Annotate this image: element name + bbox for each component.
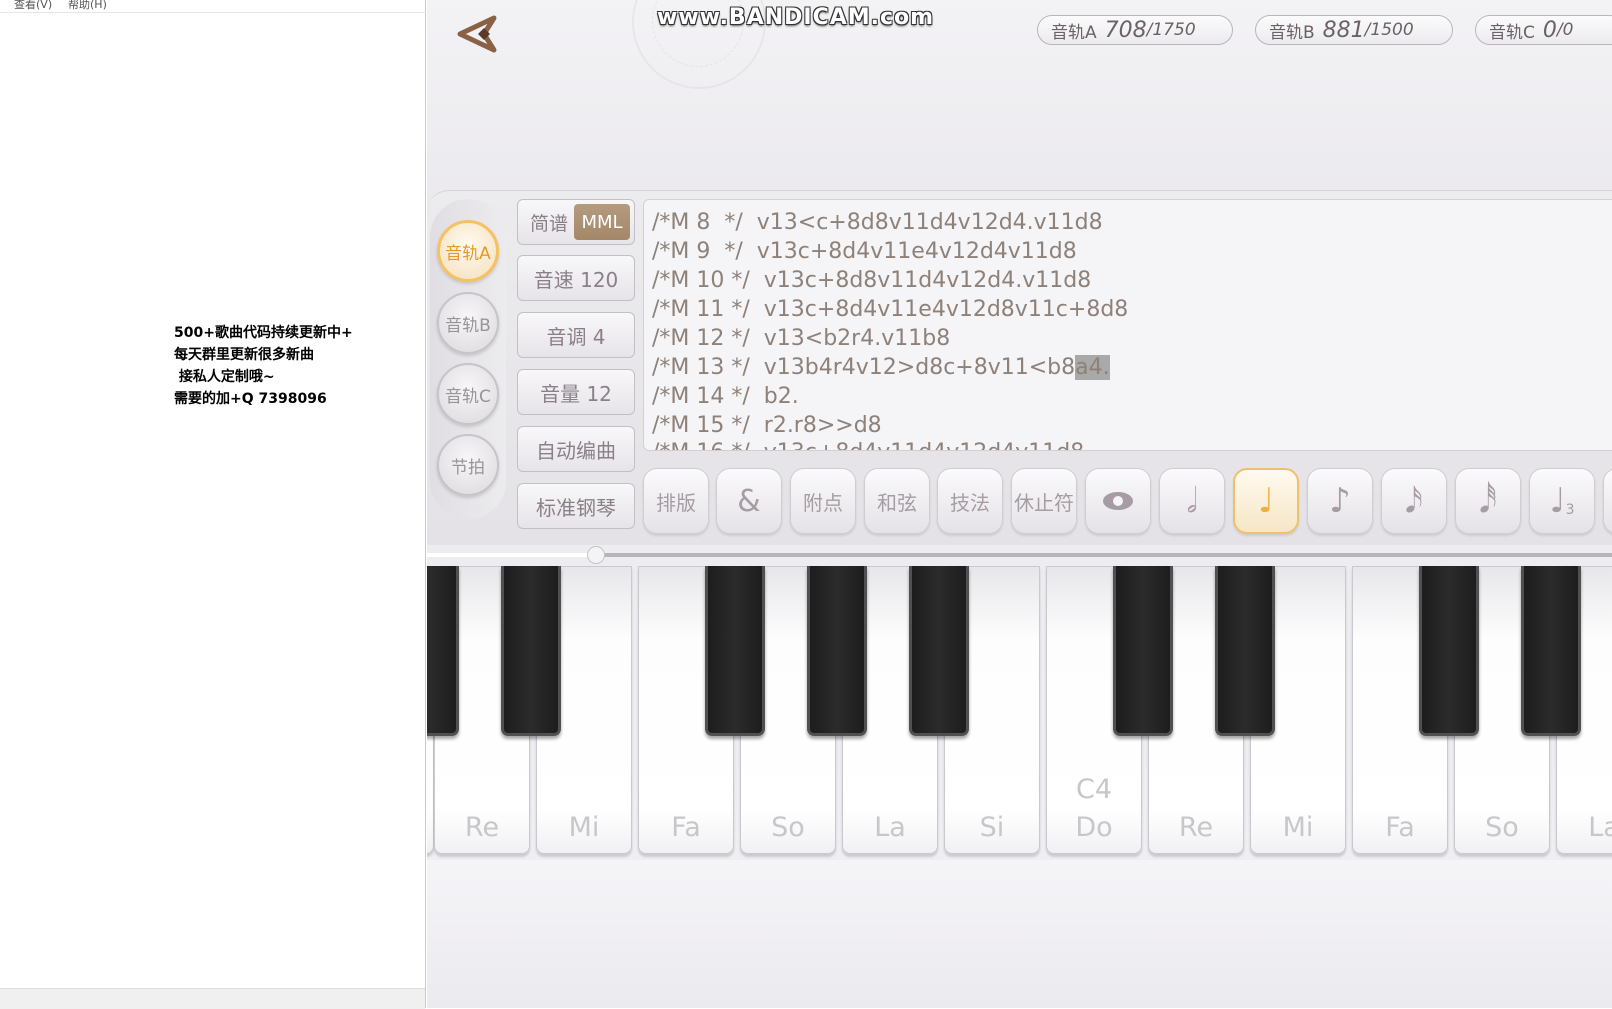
track-c-total: /0 bbox=[1556, 20, 1574, 40]
code-line: /*M 12 */ v13<b2r4.v11b8 bbox=[652, 326, 951, 351]
track-c-count: 0 bbox=[1542, 17, 1557, 43]
black-key[interactable] bbox=[1113, 566, 1173, 736]
triplet-number: 3 bbox=[1565, 502, 1575, 518]
track-a-total: /1750 bbox=[1146, 20, 1196, 40]
menu-bar: 查看(V) 帮助(H) bbox=[0, 0, 426, 13]
tempo-button[interactable]: 音速 120 bbox=[517, 255, 635, 301]
half-note-icon: 𝅗𝅥 bbox=[1186, 481, 1198, 521]
eighth-note-button[interactable]: ♪ bbox=[1307, 468, 1373, 534]
code-line: /*M 13 */ v13b4r4v12>d8c+8v11<b8a4. bbox=[652, 355, 1110, 380]
triplet-note-button[interactable]: ♩ 3 bbox=[1529, 468, 1595, 534]
track-a-label: 音轨A bbox=[1051, 22, 1097, 43]
note-text: 500+歌曲代码持续更新中+ 每天群里更新很多新曲 接私人定制哦~ 需要的加+Q… bbox=[174, 322, 353, 410]
note-line: 500+歌曲代码持续更新中+ bbox=[174, 325, 353, 341]
octave-label: C4 bbox=[1075, 774, 1113, 805]
track-b-counter: 音轨B 881 /1500 bbox=[1255, 15, 1453, 45]
track-c-counter: 音轨C 0 /0 bbox=[1475, 15, 1612, 45]
code-line: /*M 16 */ v13c+8d4v11d4v12d4v11d8 bbox=[652, 440, 1084, 450]
track-b-label: 音轨B bbox=[1269, 22, 1315, 43]
technique-button[interactable]: 技法 bbox=[937, 468, 1003, 534]
quarter-note-button[interactable]: ♩ bbox=[1233, 468, 1299, 534]
sixteenth-note-button[interactable]: 𝅘𝅥𝅯 bbox=[1381, 468, 1447, 534]
more-tools-button[interactable] bbox=[1603, 468, 1612, 534]
black-key[interactable] bbox=[1419, 566, 1479, 736]
black-key[interactable] bbox=[807, 566, 867, 736]
sixteenth-note-icon: 𝅘𝅥𝅯 bbox=[1405, 481, 1423, 521]
black-key[interactable] bbox=[1215, 566, 1275, 736]
volume-button[interactable]: 音量 12 bbox=[517, 369, 635, 415]
black-key[interactable] bbox=[501, 566, 561, 736]
track-b-button[interactable]: 音轨B bbox=[437, 292, 499, 354]
notepad-window: 查看(V) 帮助(H) 500+歌曲代码持续更新中+ 每天群里更新很多新曲 接私… bbox=[0, 0, 426, 1009]
text-selection: a4. bbox=[1075, 355, 1110, 380]
auto-compose-button[interactable]: 自动编曲 bbox=[517, 426, 635, 472]
black-key[interactable] bbox=[909, 566, 969, 736]
watermark: www.BANDICAM.com bbox=[657, 5, 935, 30]
menu-view[interactable]: 查看(V) bbox=[14, 0, 52, 12]
note-line: 每天群里更新很多新曲 bbox=[174, 347, 314, 363]
mml-option[interactable]: MML bbox=[574, 204, 630, 240]
editor-panel: 音轨A 音轨B 音轨C 节拍 简谱 MML 音速 120 音调 4 音量 12 … bbox=[427, 190, 1612, 545]
chord-button[interactable]: 和弦 bbox=[864, 468, 930, 534]
eye-icon bbox=[1103, 492, 1133, 510]
key-button[interactable]: 音调 4 bbox=[517, 312, 635, 358]
code-line: /*M 15 */ r2.r8>>d8 bbox=[652, 413, 882, 438]
code-line-partial: ‾‾ ‾‾‾‾‾‾ ‾‾‾‾‾‾ ‾‾‾‾‾‾ ‾‾‾‾ bbox=[652, 199, 874, 208]
thirtysecond-note-button[interactable]: 𝅘𝅥𝅰 bbox=[1455, 468, 1521, 534]
note-line: 需要的加+Q 7398096 bbox=[174, 391, 327, 407]
code-line: /*M 14 */ b2. bbox=[652, 384, 799, 409]
thirtysecond-note-icon: 𝅘𝅥𝅰 bbox=[1479, 481, 1497, 521]
mml-code-editor[interactable]: ‾‾ ‾‾‾‾‾‾ ‾‾‾‾‾‾ ‾‾‾‾‾‾ ‾‾‾‾ /*M 8 */ v1… bbox=[643, 199, 1612, 451]
track-b-total: /1500 bbox=[1364, 20, 1414, 40]
code-line: /*M 10 */ v13c+8d8v11d4v12d4.v11d8 bbox=[652, 268, 1092, 293]
dot-button[interactable]: 附点 bbox=[790, 468, 856, 534]
track-a-counter: 音轨A 708 /1750 bbox=[1037, 15, 1233, 45]
note-line: 接私人定制哦~ bbox=[174, 369, 275, 385]
code-line: /*M 11 */ v13c+8d4v11e4v12d8v11c+8d8 bbox=[652, 297, 1129, 322]
code-line: /*M 9 */ v13c+8d4v11e4v12d4v11d8 bbox=[652, 239, 1077, 264]
piano-keyboard: Re Mi Fa So La Si C4 Do Re Mi Fa So La bbox=[427, 566, 1612, 856]
tie-button[interactable]: & bbox=[716, 468, 782, 534]
menu-help[interactable]: 帮助(H) bbox=[68, 0, 107, 12]
back-arrow-diamond-icon[interactable] bbox=[454, 12, 504, 56]
track-a-count: 708 bbox=[1104, 17, 1147, 43]
metronome-button[interactable]: 节拍 bbox=[437, 434, 499, 496]
rest-button[interactable]: 休止符 bbox=[1011, 468, 1077, 534]
track-c-button[interactable]: 音轨C bbox=[437, 363, 499, 425]
layout-button[interactable]: 排版 bbox=[643, 468, 709, 534]
track-selector: 音轨A 音轨B 音轨C 节拍 bbox=[430, 199, 506, 519]
jianpu-option[interactable]: 简谱 bbox=[530, 209, 568, 236]
instrument-button[interactable]: 标准钢琴 bbox=[517, 483, 635, 529]
black-key[interactable] bbox=[705, 566, 765, 736]
code-line: /*M 8 */ v13<c+8d8v11d4v12d4.v11d8 bbox=[652, 210, 1103, 235]
bottom-background bbox=[427, 860, 1612, 1008]
track-c-label: 音轨C bbox=[1489, 22, 1535, 43]
track-b-count: 881 bbox=[1322, 17, 1365, 43]
black-key[interactable] bbox=[427, 566, 459, 736]
half-note-button[interactable]: 𝅗𝅥 bbox=[1159, 468, 1225, 534]
track-a-button[interactable]: 音轨A bbox=[437, 220, 499, 282]
quarter-note-icon: ♩ bbox=[1257, 481, 1275, 521]
notation-mode-toggle[interactable]: 简谱 MML bbox=[517, 199, 635, 245]
triplet-note-icon: ♩ bbox=[1549, 481, 1566, 521]
scroll-slider-knob[interactable] bbox=[587, 546, 605, 564]
black-key[interactable] bbox=[1521, 566, 1581, 736]
eye-button[interactable] bbox=[1085, 468, 1151, 534]
scroll-slider-fill bbox=[427, 553, 597, 557]
music-app: www.BANDICAM.com 音轨A 708 /1750 音轨B 881 /… bbox=[427, 0, 1612, 1008]
eighth-note-icon: ♪ bbox=[1329, 481, 1351, 521]
status-bar bbox=[0, 988, 425, 1009]
